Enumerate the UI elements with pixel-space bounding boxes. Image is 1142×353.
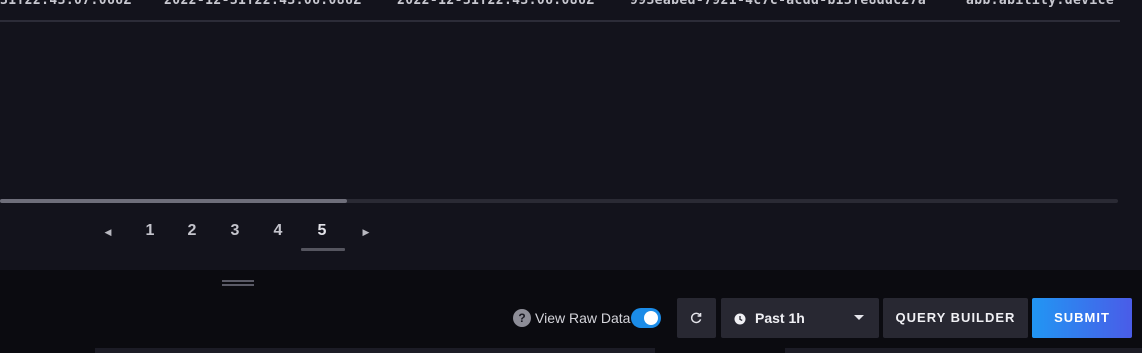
table-cell-id: 993eabed-7921-4c7c-acdd-b13fe8ddc27a: [630, 0, 927, 8]
page-3-button[interactable]: 3: [214, 218, 256, 244]
refresh-icon: [691, 312, 702, 324]
table-cell-timestamp: 31T22:43:07.066Z: [0, 0, 132, 8]
question-circle-icon[interactable]: ?: [513, 309, 531, 327]
clock-icon: [734, 313, 746, 325]
table-cell-type: abb.ability.device: [966, 0, 1115, 8]
pagination-next-button[interactable]: ▶: [359, 225, 373, 239]
table-cell-updated: 2022-12-31T22:43:06.086Z: [397, 0, 595, 8]
submit-button[interactable]: SUBMIT: [1032, 298, 1132, 338]
query-builder-button[interactable]: QUERY BUILDER: [883, 298, 1028, 338]
horizontal-scrollbar-thumb[interactable]: [0, 199, 347, 203]
panel-resize-handle[interactable]: [222, 280, 254, 286]
page-1-button[interactable]: 1: [129, 218, 171, 244]
caret-down-icon: [854, 315, 864, 320]
page-5-button[interactable]: 5: [301, 218, 343, 244]
results-panel: 31T22:43:07.066Z 2022-12-31T22:43:06.086…: [0, 0, 1142, 270]
page-4-button[interactable]: 4: [257, 218, 299, 244]
editor-strip: [95, 348, 655, 353]
caret-right-icon: ▶: [362, 227, 370, 237]
view-raw-data-label: View Raw Data: [535, 310, 631, 326]
table-row: 31T22:43:07.066Z 2022-12-31T22:43:06.086…: [0, 0, 1142, 12]
page-2-button[interactable]: 2: [171, 218, 213, 244]
row-divider: [0, 20, 1120, 22]
pagination-prev-button[interactable]: ◀: [101, 225, 115, 239]
query-toolbar: ? View Raw Data Past 1h QUERY BUILDER SU…: [0, 298, 1142, 338]
current-page-indicator: [301, 248, 345, 251]
refresh-button[interactable]: [677, 298, 716, 338]
caret-left-icon: ◀: [104, 227, 112, 237]
view-raw-data-toggle[interactable]: [631, 308, 661, 328]
time-range-select[interactable]: Past 1h: [721, 298, 879, 338]
table-cell-created: 2022-12-31T22:43:06.086Z: [164, 0, 362, 8]
next-panel-edge: [0, 346, 1142, 353]
editor-strip: [785, 348, 1142, 353]
time-range-label: Past 1h: [755, 310, 805, 326]
toggle-knob: [644, 311, 658, 325]
